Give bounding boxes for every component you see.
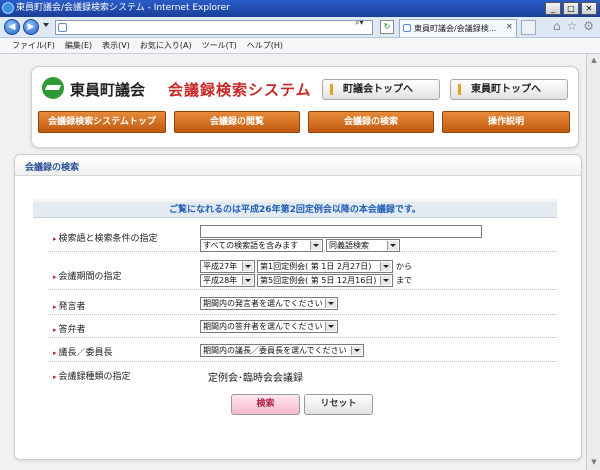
respondent-row: 答弁者 期間内の答弁者を選んでください (48, 317, 557, 338)
tab-page-icon (403, 24, 411, 32)
site-header: 東員町議会 会議録検索システム 町議会トップへ 東員町トップへ 会議録検索システ… (31, 66, 579, 148)
browser-tab[interactable]: 東員町議会/会議録検... (399, 19, 517, 37)
chair-select[interactable]: 期間内の議長／委員長を選んでください (200, 344, 364, 357)
window-title: 東員町議会/会議録検索システム - Internet Explorer (16, 3, 230, 13)
favorites-star-icon[interactable]: ☆ (566, 19, 577, 33)
page-viewport: 東員町議会 会議録検索システム 町議会トップへ 東員町トップへ 会議録検索システ… (0, 54, 600, 470)
nav-system-top[interactable]: 会議録検索システムトップ (38, 111, 166, 133)
search-button[interactable]: 検索 (231, 394, 300, 415)
to-year-select[interactable]: 平成28年 (200, 274, 255, 287)
keyword-label: 検索語と検索条件の指定 (53, 231, 158, 244)
scroll-up-icon[interactable]: ▲ (589, 56, 599, 66)
menu-view[interactable]: 表示(V) (102, 38, 130, 53)
respondent-label: 答弁者 (53, 322, 86, 335)
assembly-top-link-label: 町議会トップへ (343, 84, 413, 95)
maximize-button[interactable]: □ (563, 2, 579, 15)
menu-file[interactable]: ファイル(F) (12, 38, 55, 53)
address-bar: ◀ ▶ ⌕▾ ↻ 東員町議会/会議録検... ✕ ⌂ ☆ ⚙ (0, 17, 600, 38)
keyword-mode-select[interactable]: すべての検索語を含みます (200, 239, 323, 252)
window-titlebar: 東員町議会/会議録検索システム - Internet Explorer _ □ … (0, 0, 600, 17)
menu-edit[interactable]: 編集(E) (65, 38, 92, 53)
record-type-value: 定例会･臨時会会議録 (208, 373, 303, 384)
search-panel-heading: 会議録の検索 (15, 155, 581, 176)
tab-title: 東員町議会/会議録検... (414, 24, 497, 33)
scroll-down-icon[interactable]: ▼ (589, 458, 599, 468)
chair-row: 議長／委員長 期間内の議長／委員長を選んでください (48, 340, 557, 362)
nav-search[interactable]: 会議録の検索 (308, 111, 434, 133)
menu-help[interactable]: ヘルプ(H) (247, 38, 283, 53)
keyword-mode-value: すべての検索語を含みます (203, 241, 299, 250)
browser-command-icons: ⌂ ☆ ⚙ (553, 19, 594, 33)
vertical-scrollbar[interactable]: ▲ ▼ (586, 54, 600, 470)
from-session-value: 第1回定例会( 第 1日 2月27日) (260, 262, 372, 271)
speaker-row: 発言者 期間内の発言者を選んでください (48, 294, 557, 315)
from-year-value: 平成27年 (203, 262, 238, 271)
from-suffix: から (396, 262, 412, 271)
respondent-select[interactable]: 期間内の答弁者を選んでください (200, 320, 338, 333)
ie-logo-icon (2, 2, 14, 14)
site-name: 東員町議会 (70, 81, 146, 99)
synonym-select[interactable]: 同義語検索 (326, 239, 400, 252)
respondent-value: 期間内の答弁者を選んでください (203, 322, 323, 331)
menu-favorites[interactable]: お気に入り(A) (140, 38, 192, 53)
town-top-link[interactable]: 東員町トップへ (450, 79, 568, 100)
keyword-row: 検索語と検索条件の指定 すべての検索語を含みます 同義語検索 (48, 222, 557, 252)
town-logo-icon (42, 77, 64, 99)
page-icon (58, 23, 67, 32)
new-tab-button[interactable] (521, 20, 536, 35)
nav-browse[interactable]: 会議録の閲覧 (174, 111, 300, 133)
nav-help[interactable]: 操作説明 (442, 111, 570, 133)
reset-button[interactable]: リセット (304, 394, 373, 415)
system-name: 会議録検索システム (168, 81, 312, 99)
chair-label: 議長／委員長 (53, 345, 113, 358)
close-window-button[interactable]: ✕ (581, 2, 597, 15)
refresh-button[interactable]: ↻ (380, 20, 394, 34)
availability-notice: ご覧になれるのは平成26年第2回定例会以降の本会議録です。 (33, 202, 557, 218)
window-controls: _ □ ✕ (545, 2, 597, 15)
assembly-top-link[interactable]: 町議会トップへ (322, 79, 440, 100)
url-input[interactable] (55, 20, 373, 35)
back-button[interactable]: ◀ (4, 19, 20, 35)
from-session-select[interactable]: 第1回定例会( 第 1日 2月27日) (257, 260, 393, 273)
history-dropdown-icon[interactable] (43, 23, 49, 27)
chair-value: 期間内の議長／委員長を選んでください (203, 346, 347, 355)
forward-button[interactable]: ▶ (23, 19, 39, 35)
period-label: 会議期間の指定 (53, 269, 122, 282)
home-icon[interactable]: ⌂ (553, 19, 561, 33)
from-year-select[interactable]: 平成27年 (200, 260, 255, 273)
speaker-value: 期間内の発言者を選んでください (203, 299, 323, 308)
speaker-label: 発言者 (53, 299, 86, 312)
to-year-value: 平成28年 (203, 276, 238, 285)
record-type-label: 会議録種類の指定 (53, 369, 131, 382)
gear-icon[interactable]: ⚙ (583, 19, 594, 33)
keyword-input[interactable] (200, 225, 482, 238)
tab-close-icon[interactable]: ✕ (506, 22, 513, 31)
search-icon[interactable]: ⌕▾ (355, 18, 364, 28)
search-heading: 会議録の検索 (25, 163, 80, 173)
to-suffix: まで (396, 276, 412, 285)
to-session-select[interactable]: 第5回定例会( 第 5日 12月16日) (257, 274, 393, 287)
speaker-select[interactable]: 期間内の発言者を選んでください (200, 297, 338, 310)
period-row: 会議期間の指定 平成27年 第1回定例会( 第 1日 2月27日) から 平成2… (48, 257, 557, 290)
menu-tools[interactable]: ツール(T) (202, 38, 237, 53)
record-type-row: 会議録種類の指定 定例会･臨時会会議録 (48, 364, 557, 388)
synonym-value: 同義語検索 (329, 241, 369, 250)
to-session-value: 第5回定例会( 第 5日 12月16日) (260, 276, 377, 285)
menu-bar: ファイル(F) 編集(E) 表示(V) お気に入り(A) ツール(T) ヘルプ(… (0, 38, 600, 54)
minimize-button[interactable]: _ (545, 2, 561, 15)
town-top-link-label: 東員町トップへ (471, 84, 541, 95)
